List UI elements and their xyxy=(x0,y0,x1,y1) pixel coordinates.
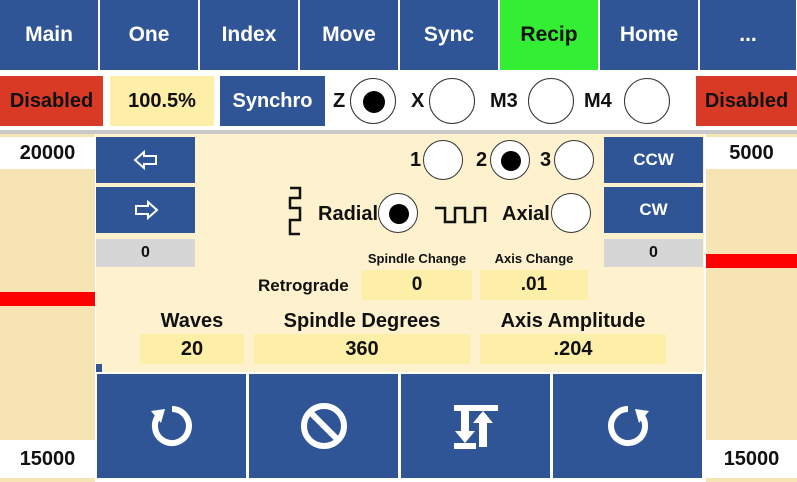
tab-sync[interactable]: Sync xyxy=(400,0,499,70)
tab-label: ... xyxy=(739,23,757,46)
cw-label: CW xyxy=(639,200,668,219)
cw-button[interactable]: CW xyxy=(604,187,703,233)
axis-z-label: Z xyxy=(333,89,346,112)
ccw-button[interactable]: CCW xyxy=(604,137,703,183)
retrograde-label: Retrograde xyxy=(258,276,349,295)
axis-x-label: X xyxy=(411,89,425,112)
tab-one[interactable]: One xyxy=(100,0,199,70)
left-gauge-bottom-value: 15000 xyxy=(0,440,95,478)
spindle-change-label: Spindle Change xyxy=(367,250,467,266)
right-gauge-bottom-value: 15000 xyxy=(706,440,797,478)
tab-label: One xyxy=(128,23,170,46)
jog-left-button[interactable] xyxy=(96,137,195,183)
spindle-degrees-input[interactable]: 360 xyxy=(254,334,470,364)
panel-corner-mark xyxy=(96,364,102,372)
tab-label: Recip xyxy=(520,23,578,46)
axis-m3-radio[interactable] xyxy=(528,78,574,124)
tab-more[interactable]: ... xyxy=(700,0,797,70)
status-label: Disabled xyxy=(9,89,94,112)
spindle-degrees-label: Spindle Degrees xyxy=(283,309,441,332)
status-left-disabled[interactable]: Disabled xyxy=(0,76,103,126)
sort-ascending-icon xyxy=(453,405,498,449)
tab-label: Index xyxy=(221,23,277,46)
wave-count-2-label: 2 xyxy=(476,148,488,171)
tab-label: Sync xyxy=(423,23,475,46)
rotate-ccw-button[interactable] xyxy=(97,374,246,478)
axis-change-input[interactable]: .01 xyxy=(480,270,588,300)
axis-m4-label: M4 xyxy=(584,89,612,112)
rotate-cw-button[interactable] xyxy=(553,374,702,478)
synchro-button[interactable]: Synchro xyxy=(220,76,325,126)
rotate-ccw-icon xyxy=(150,406,192,446)
wave-count-2-radio[interactable] xyxy=(490,140,530,180)
tab-recip[interactable]: Recip xyxy=(500,0,599,70)
stop-button[interactable] xyxy=(249,374,398,478)
tab-label: Main xyxy=(25,23,73,46)
tab-label: Home xyxy=(619,23,679,46)
tab-index[interactable]: Index xyxy=(200,0,299,70)
tab-move[interactable]: Move xyxy=(300,0,399,70)
stop-icon xyxy=(300,403,347,449)
spindle-change-input[interactable]: 0 xyxy=(362,270,472,300)
axis-z-radio[interactable] xyxy=(350,78,396,124)
jog-right-button[interactable] xyxy=(96,187,195,233)
tab-home[interactable]: Home xyxy=(600,0,699,70)
status-right-disabled[interactable]: Disabled xyxy=(696,76,797,126)
right-counter: 0 xyxy=(604,239,703,267)
axial-radio[interactable] xyxy=(551,193,591,233)
radio-selected-dot xyxy=(363,91,385,113)
axis-amplitude-label: Axis Amplitude xyxy=(500,309,646,332)
tab-main[interactable]: Main xyxy=(0,0,99,70)
speed-percent[interactable]: 100.5% xyxy=(110,76,214,126)
left-gauge-marker xyxy=(0,292,95,306)
axis-change-label: Axis Change xyxy=(494,250,574,266)
axis-x-radio[interactable] xyxy=(429,78,475,124)
wave-count-1-radio[interactable] xyxy=(423,140,463,180)
radial-wave-icon xyxy=(288,186,302,236)
left-gauge-top-value: 20000 xyxy=(0,137,95,169)
axial-label: Axial xyxy=(502,202,550,225)
wave-count-1-label: 1 xyxy=(410,148,422,171)
waves-input[interactable]: 20 xyxy=(140,334,244,364)
axial-wave-icon xyxy=(435,206,487,224)
right-gauge-top-value: 5000 xyxy=(706,137,797,169)
arrow-right-icon xyxy=(134,200,159,220)
axis-amplitude-input[interactable]: .204 xyxy=(480,334,666,364)
synchro-label: Synchro xyxy=(232,89,313,112)
right-gauge-marker xyxy=(706,254,797,268)
tab-label: Move xyxy=(322,23,376,46)
axis-m4-radio[interactable] xyxy=(624,78,670,124)
radio-selected-dot xyxy=(501,151,521,171)
radio-selected-dot xyxy=(389,204,409,224)
wave-count-3-label: 3 xyxy=(540,148,552,171)
percent-value: 100.5% xyxy=(128,89,196,112)
wave-count-3-radio[interactable] xyxy=(554,140,594,180)
status-label: Disabled xyxy=(704,89,789,112)
radial-radio[interactable] xyxy=(378,193,418,233)
waves-label: Waves xyxy=(160,309,224,332)
right-gauge xyxy=(706,134,797,482)
sort-ascending-button[interactable] xyxy=(401,374,550,478)
left-counter: 0 xyxy=(96,239,195,267)
left-gauge xyxy=(0,134,95,482)
arrow-left-icon xyxy=(132,150,157,170)
axis-m3-label: M3 xyxy=(490,89,518,112)
rotate-cw-icon xyxy=(607,406,649,446)
ccw-label: CCW xyxy=(633,150,674,169)
radial-label: Radial xyxy=(318,202,379,225)
